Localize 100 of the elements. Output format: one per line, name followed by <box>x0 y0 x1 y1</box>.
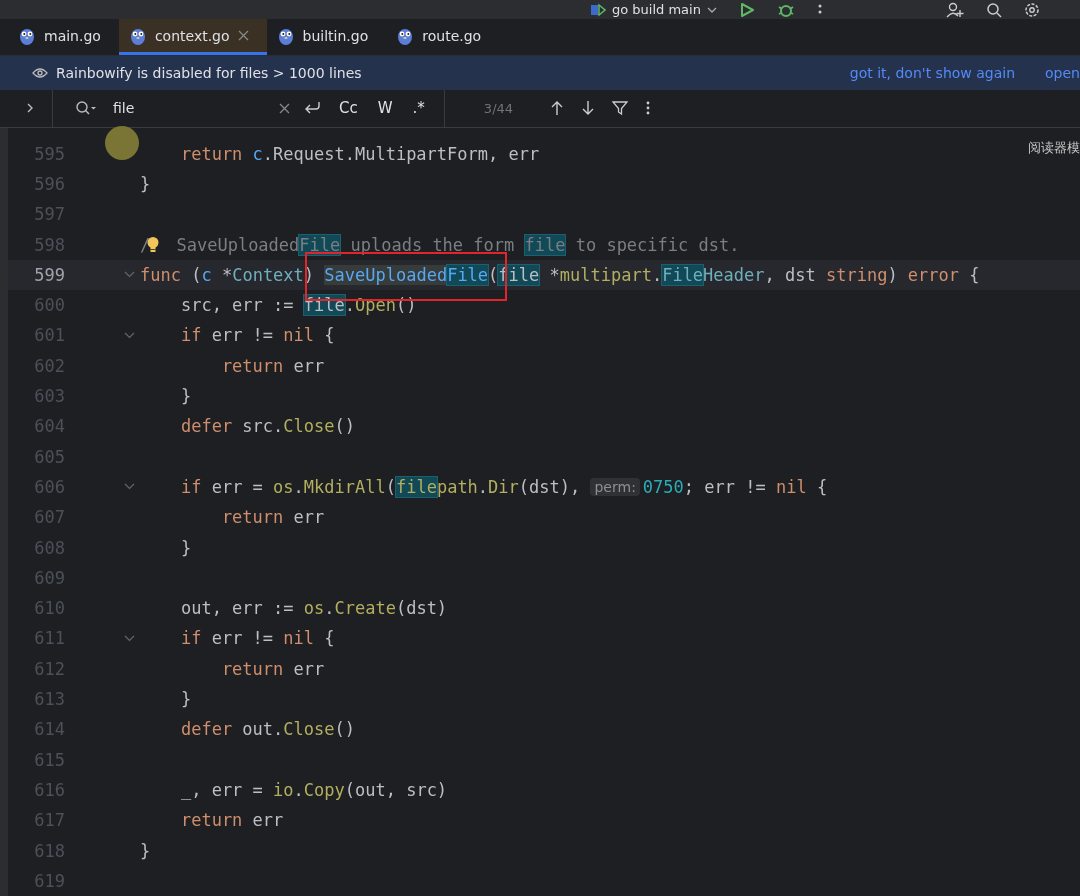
code-token: . <box>651 264 663 285</box>
code-token: } <box>179 689 192 710</box>
code-token: File <box>447 264 489 285</box>
code-token: Copy <box>303 779 345 800</box>
code-token: nil <box>283 325 315 346</box>
code-token: defer <box>179 416 233 437</box>
reader-mode-label[interactable]: 阅读器模 <box>1028 138 1080 157</box>
code-token: err != <box>210 325 275 346</box>
code-token: src, err := <box>179 295 295 316</box>
code-token: { <box>323 628 335 649</box>
fold-icon[interactable] <box>124 483 135 491</box>
code-token: if <box>179 476 202 497</box>
code-token: c <box>252 143 263 164</box>
parameter-hint: perm: <box>590 477 640 496</box>
code-token: string <box>825 264 888 285</box>
code-token: Close <box>283 719 335 740</box>
code-token: ( <box>488 264 499 285</box>
code-token: } <box>179 386 192 407</box>
fold-icon[interactable] <box>124 332 135 339</box>
editor-tab[interactable]: context.go <box>118 19 267 56</box>
code-token: defer <box>179 719 233 740</box>
code-token: (dst), <box>518 476 582 497</box>
chevron-down-icon[interactable] <box>706 5 717 14</box>
code-token: out. <box>241 719 284 740</box>
code-token: Close <box>283 416 335 437</box>
code-token: { <box>968 264 980 285</box>
filter-icon[interactable] <box>612 100 629 117</box>
code-token: err <box>251 810 284 831</box>
fold-icon[interactable] <box>124 634 135 642</box>
code-token: File <box>662 264 704 285</box>
clear-icon[interactable] <box>279 102 290 114</box>
banner-link[interactable]: got it, don't show again <box>849 64 1016 81</box>
code-comment: file <box>524 234 566 255</box>
search-option-toggle[interactable]: W <box>374 97 396 120</box>
code-token: return <box>220 658 284 679</box>
arrow-up-icon[interactable] <box>550 100 565 117</box>
search-option-toggle[interactable]: Cc <box>336 97 361 120</box>
code-token: . <box>293 476 304 497</box>
code-token: (out, src) <box>344 779 448 800</box>
arrow-down-icon[interactable] <box>581 100 596 117</box>
run-config-icon <box>590 2 606 17</box>
eye-icon <box>32 66 48 79</box>
code-token: Create <box>334 598 396 619</box>
close-icon[interactable] <box>237 30 249 42</box>
run-configuration[interactable]: go build main <box>612 2 701 18</box>
code-token: MkdirAll <box>303 476 386 497</box>
banner-message: Rainbowify is disabled for files > 1000 lines <box>56 64 362 81</box>
code-token: ( <box>385 476 396 497</box>
settings-icon[interactable] <box>1024 1 1040 18</box>
code-token: . <box>324 598 335 619</box>
code-token: } <box>140 174 151 194</box>
search-icon[interactable] <box>75 100 97 117</box>
editor-tab[interactable]: builtin.go <box>266 19 387 56</box>
code-token: ) <box>303 264 316 285</box>
code-token: error <box>907 264 960 285</box>
code-token: path <box>436 476 478 497</box>
code-token: * <box>548 264 560 285</box>
code-token: io <box>273 779 294 800</box>
code-token: if <box>179 325 202 346</box>
fold-icon[interactable] <box>124 271 135 279</box>
editor-tab[interactable]: route.go <box>386 19 500 56</box>
expand-icon[interactable] <box>25 102 35 115</box>
code-token: ) <box>887 264 899 285</box>
code-token: . <box>477 476 489 497</box>
code-token: func <box>140 264 181 285</box>
code-token: .Request.MultipartForm, err <box>262 143 540 164</box>
code-token: return <box>179 143 244 164</box>
code-token: nil <box>775 476 807 497</box>
search-option-toggle[interactable]: .* <box>409 97 428 120</box>
banner-link[interactable]: open <box>1045 64 1080 81</box>
code-comment: / <box>140 234 151 255</box>
code-token: } <box>179 537 192 558</box>
add-user-icon[interactable] <box>946 1 964 18</box>
code-token: file <box>395 476 437 497</box>
code-token: () <box>334 719 355 740</box>
match-count: 3/44 <box>483 100 514 116</box>
search-icon[interactable] <box>986 1 1002 18</box>
code-token: err <box>292 507 325 528</box>
code-token: Context <box>232 264 304 285</box>
code-token: err != <box>210 628 275 649</box>
code-token: Dir <box>488 476 519 497</box>
code-token: { <box>815 476 828 497</box>
code-token: return <box>179 810 243 831</box>
code-token: () <box>334 416 355 437</box>
code-token: return <box>220 507 284 528</box>
search-field[interactable]: file <box>111 99 265 118</box>
code-token: ; err != <box>683 476 767 497</box>
code-token: { <box>323 325 335 346</box>
code-token: src. <box>241 416 284 437</box>
code-token: Header <box>703 264 765 285</box>
editor-tab[interactable]: main.go <box>8 19 119 56</box>
code-token: . <box>293 779 304 800</box>
more-icon[interactable] <box>645 100 652 117</box>
cursor-highlight <box>105 125 139 160</box>
newline-icon[interactable] <box>304 101 322 116</box>
code-token: (dst) <box>395 598 448 619</box>
code-token: multipart <box>559 264 652 285</box>
code-comment: uploads the form <box>349 234 516 255</box>
run-icon[interactable] <box>738 1 755 18</box>
code-token: nil <box>283 628 315 649</box>
